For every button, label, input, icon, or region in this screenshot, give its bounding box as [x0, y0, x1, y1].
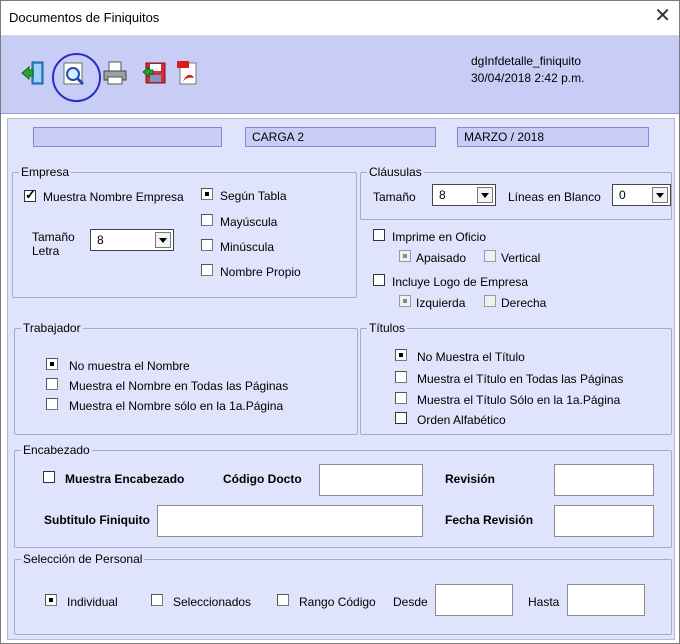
encabezado-label: Encabezado	[21, 443, 92, 457]
blank-lines-select[interactable]: 0	[612, 184, 671, 206]
radio-nombre-propio-label: Nombre Propio	[220, 265, 301, 279]
form-content: CARGA 2 MARZO / 2018 Empresa Muestra Nom…	[7, 118, 675, 640]
radio-nombre-todas[interactable]	[46, 378, 58, 390]
radio-titulo-primera[interactable]	[395, 392, 407, 404]
titulos-group: Títulos No Muestra el Título Muestra el …	[360, 321, 672, 435]
radio-segun-tabla[interactable]	[201, 188, 213, 200]
orden-alfabetico-label: Orden Alfabético	[417, 413, 506, 427]
font-size-value: 8	[97, 233, 104, 247]
radio-rango-codigo[interactable]	[277, 594, 289, 606]
print-oficio-label: Imprime en Oficio	[392, 230, 487, 244]
radio-individual[interactable]	[45, 594, 57, 606]
radio-izquierda[interactable]	[399, 295, 411, 307]
empresa-label: Empresa	[19, 165, 72, 179]
radio-seleccionados[interactable]	[151, 594, 163, 606]
exit-icon[interactable]	[20, 60, 46, 86]
radio-izquierda-label: Izquierda	[416, 296, 466, 310]
radio-vertical[interactable]	[484, 250, 496, 262]
radio-seleccionados-label: Seleccionados	[173, 595, 252, 609]
subtitulo-input[interactable]	[157, 505, 423, 537]
radio-no-muestra-nombre[interactable]	[46, 358, 58, 370]
window-title: Documentos de Finiquitos	[9, 10, 160, 25]
fecha-revision-input[interactable]	[554, 505, 654, 537]
radio-no-muestra-titulo[interactable]	[395, 349, 407, 361]
radio-rango-codigo-label: Rango Código	[299, 595, 376, 609]
include-logo-label: Incluye Logo de Empresa	[392, 275, 529, 289]
trabajador-label: Trabajador	[21, 321, 83, 335]
show-company-name-label: Muestra Nombre Empresa	[43, 190, 184, 204]
radio-nombre-primera-label: Muestra el Nombre sólo en la 1a.Página	[69, 399, 284, 413]
empresa-group: Empresa Muestra Nombre Empresa Según Tab…	[12, 165, 357, 298]
radio-nombre-propio[interactable]	[201, 264, 213, 276]
preview-highlight	[52, 53, 101, 102]
radio-mayuscula[interactable]	[201, 214, 213, 226]
radio-segun-tabla-label: Según Tabla	[220, 189, 287, 203]
print-icon[interactable]	[102, 60, 128, 86]
radio-titulo-todas-label: Muestra el Título en Todas las Páginas	[417, 372, 624, 386]
font-size-label-1: Tamaño	[32, 230, 75, 244]
chevron-down-icon[interactable]	[155, 232, 171, 248]
blank-lines-label: Líneas en Blanco	[508, 190, 601, 204]
clausulas-size-value: 8	[439, 188, 446, 202]
clausulas-label: Cláusulas	[367, 165, 424, 179]
seleccion-label: Selección de Personal	[21, 552, 145, 566]
titulos-label: Títulos	[367, 321, 408, 335]
font-size-label-2: Letra	[32, 244, 60, 258]
clausulas-size-select[interactable]: 8	[432, 184, 496, 206]
revision-input[interactable]	[554, 464, 654, 496]
radio-minuscula-label: Minúscula	[220, 240, 275, 254]
radio-mayuscula-label: Mayúscula	[220, 215, 278, 229]
include-logo-checkbox[interactable]	[373, 274, 385, 286]
show-header-checkbox[interactable]	[43, 471, 55, 483]
dialog-window: Documentos de Finiquitos ✕ dgInfdetalle_…	[0, 0, 680, 644]
period-field-1	[33, 127, 222, 147]
radio-nombre-primera[interactable]	[46, 398, 58, 410]
hasta-label: Hasta	[528, 595, 560, 609]
report-datetime: 30/04/2018 2:42 p.m.	[471, 71, 585, 85]
radio-derecha[interactable]	[484, 295, 496, 307]
radio-nombre-todas-label: Muestra el Nombre en Todas las Páginas	[69, 379, 289, 393]
period-field-3: MARZO / 2018	[457, 127, 649, 147]
trabajador-group: Trabajador No muestra el Nombre Muestra …	[14, 321, 358, 435]
show-header-label: Muestra Encabezado	[65, 472, 185, 486]
radio-individual-label: Individual	[67, 595, 118, 609]
close-icon[interactable]: ✕	[654, 6, 671, 26]
subtitulo-label: Subtitulo Finiquito	[44, 513, 150, 527]
desde-input[interactable]	[435, 584, 513, 616]
clausulas-size-label: Tamaño	[373, 190, 416, 204]
show-company-name-checkbox[interactable]	[24, 187, 36, 203]
chevron-down-icon[interactable]	[477, 187, 493, 203]
fecha-revision-label: Fecha Revisión	[445, 513, 534, 527]
blank-lines-value: 0	[619, 188, 626, 202]
codigo-docto-label: Código Docto	[223, 472, 302, 486]
radio-vertical-label: Vertical	[501, 251, 541, 265]
radio-titulo-todas[interactable]	[395, 371, 407, 383]
font-size-select[interactable]: 8	[90, 229, 174, 251]
report-info: dgInfdetalle_finiquito 30/04/2018 2:42 p…	[471, 53, 584, 87]
radio-titulo-primera-label: Muestra el Título Sólo en la 1a.Página	[417, 393, 621, 407]
period-field-2: CARGA 2	[245, 127, 436, 147]
seleccion-group: Selección de Personal Individual Selecci…	[14, 552, 672, 635]
radio-no-muestra-titulo-label: No Muestra el Título	[417, 350, 525, 364]
report-name: dgInfdetalle_finiquito	[471, 54, 582, 68]
print-oficio-checkbox[interactable]	[373, 229, 385, 241]
orden-alfabetico-checkbox[interactable]	[395, 412, 407, 424]
revision-label: Revisión	[445, 472, 496, 486]
desde-label: Desde	[393, 595, 428, 609]
radio-no-muestra-nombre-label: No muestra el Nombre	[69, 359, 190, 373]
pdf-icon[interactable]	[175, 60, 201, 86]
radio-derecha-label: Derecha	[501, 296, 547, 310]
radio-apaisado[interactable]	[399, 250, 411, 262]
chevron-down-icon[interactable]	[652, 187, 668, 203]
toolbar: dgInfdetalle_finiquito 30/04/2018 2:42 p…	[1, 36, 679, 114]
hasta-input[interactable]	[567, 584, 645, 616]
radio-apaisado-label: Apaisado	[416, 251, 467, 265]
save-icon[interactable]	[142, 60, 168, 86]
clausulas-group: Cláusulas Tamaño 8 Líneas en Blanco 0	[360, 165, 672, 220]
radio-minuscula[interactable]	[201, 239, 213, 251]
encabezado-group: Encabezado Muestra Encabezado Código Doc…	[14, 443, 672, 548]
title-bar: Documentos de Finiquitos ✕	[1, 1, 679, 36]
codigo-docto-input[interactable]	[319, 464, 423, 496]
